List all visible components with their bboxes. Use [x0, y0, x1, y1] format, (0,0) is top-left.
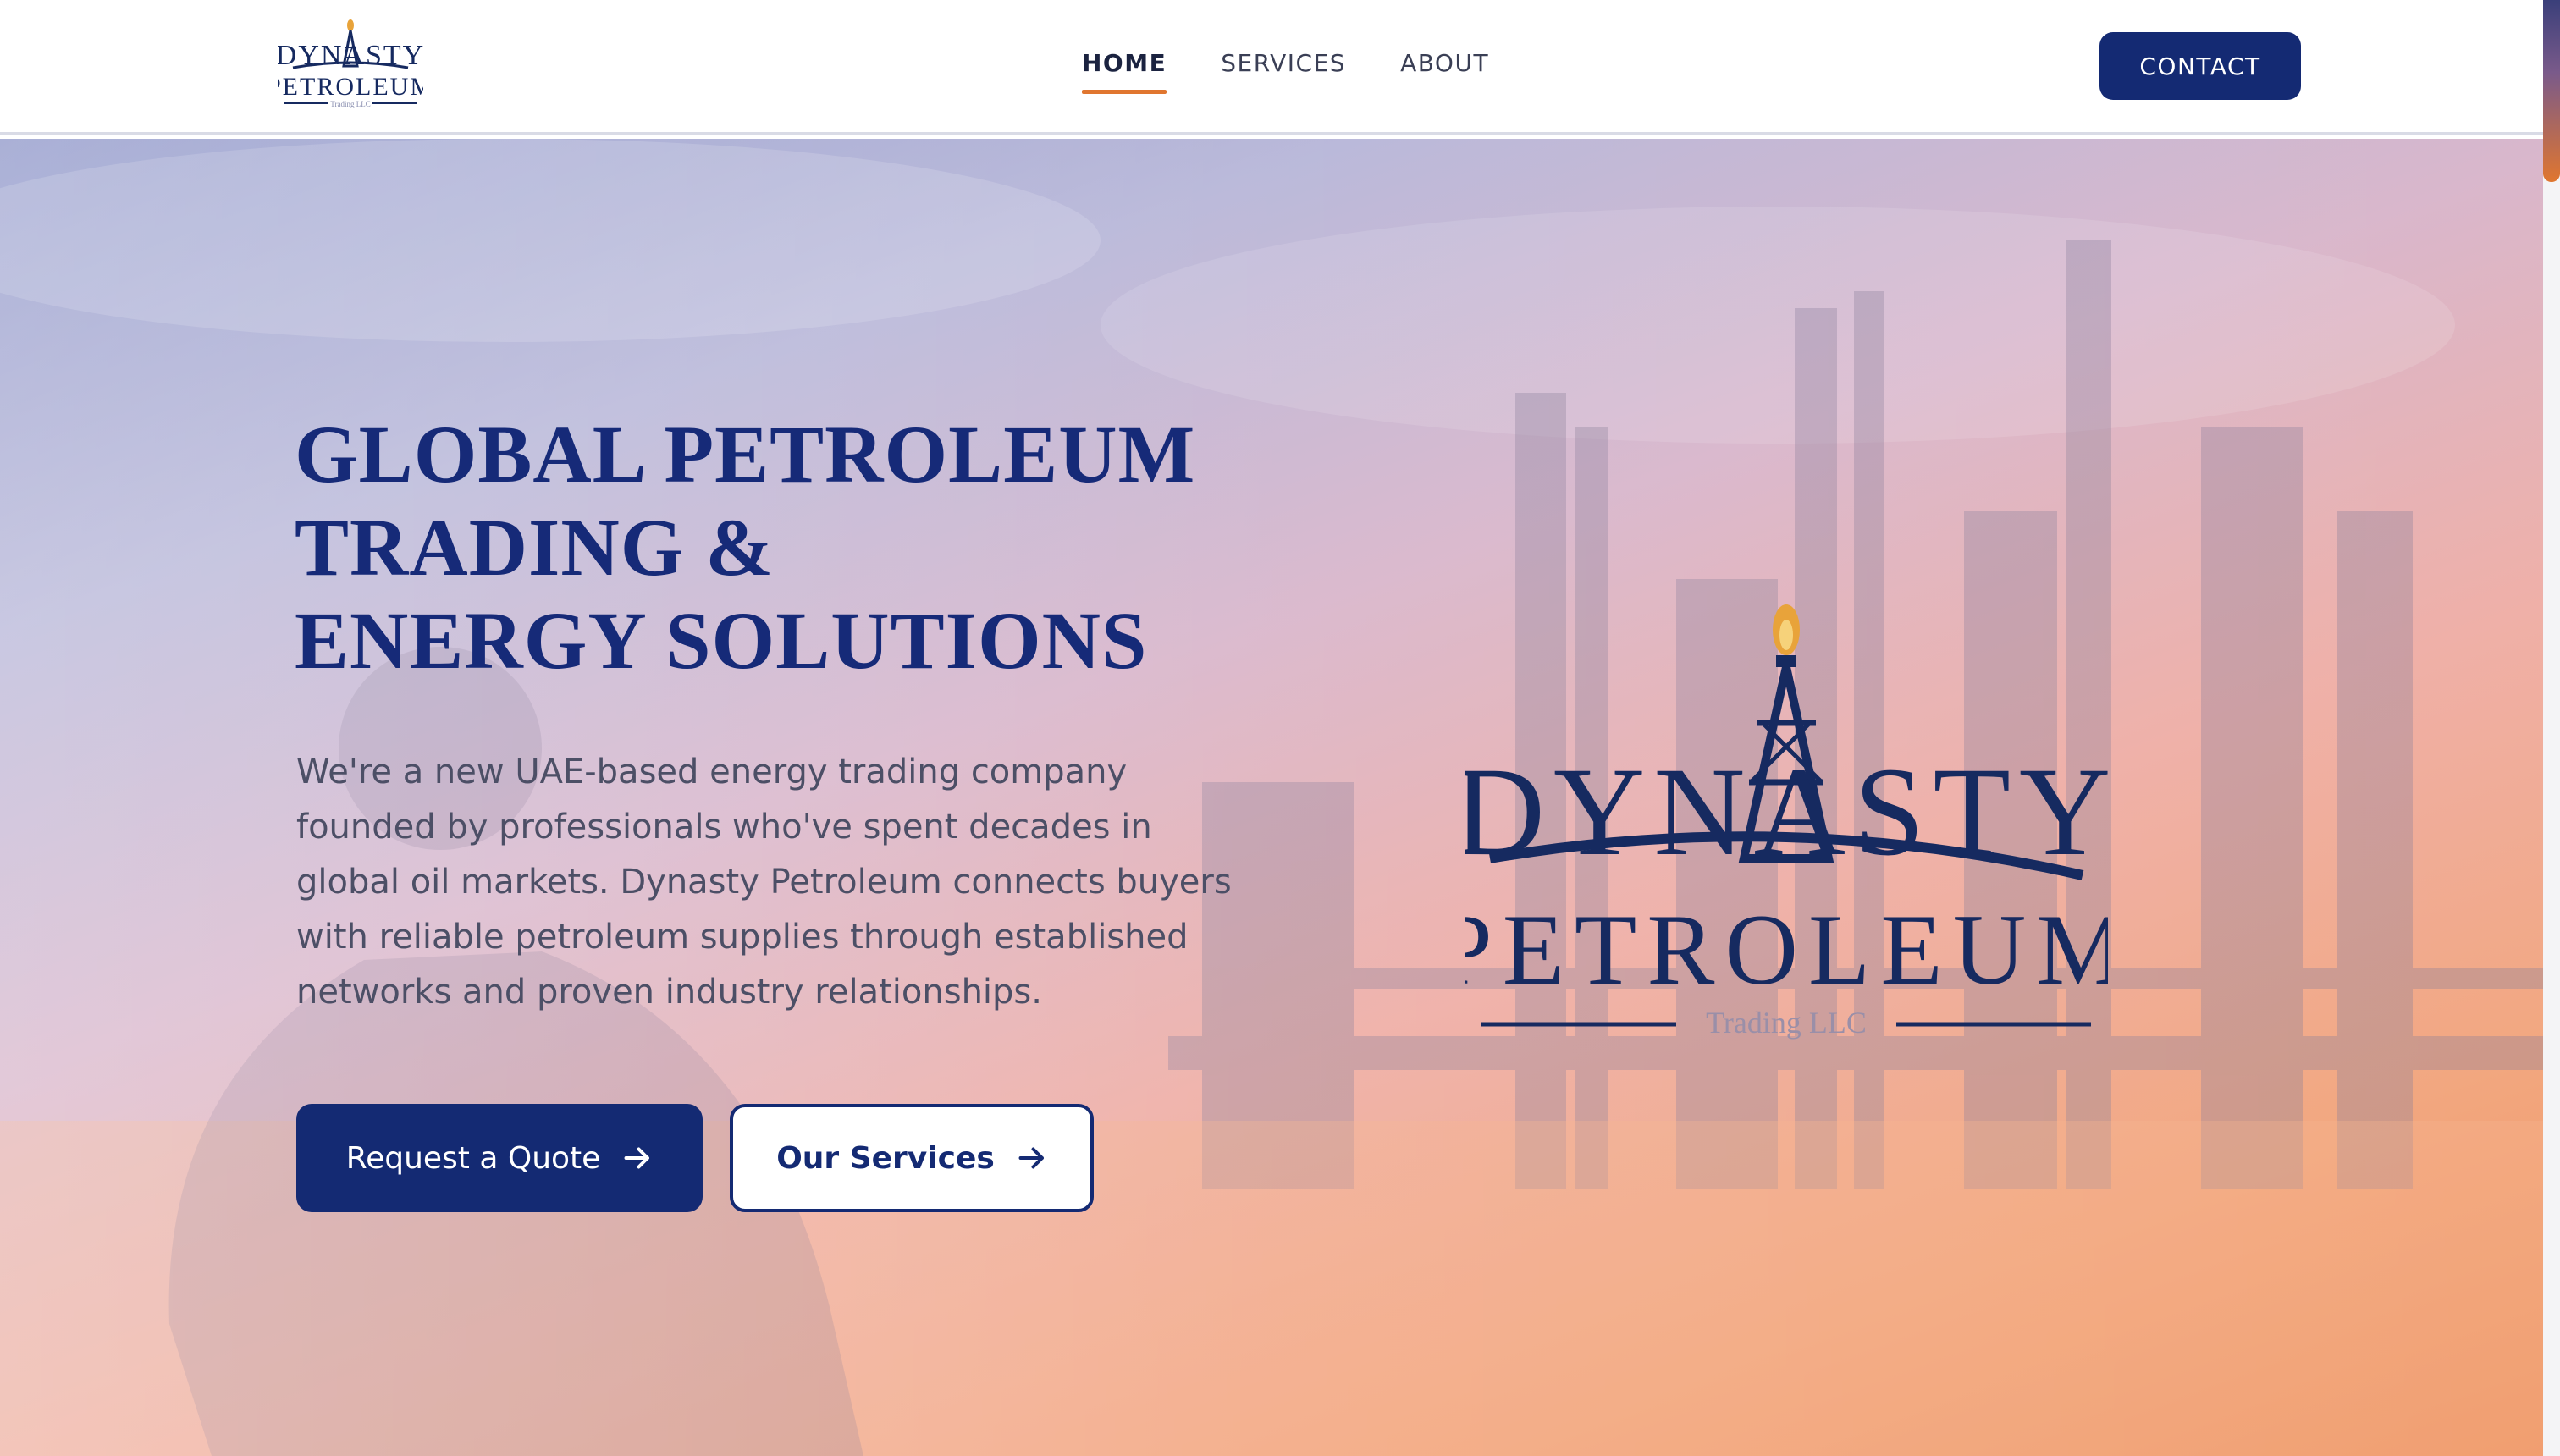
- hero-section: GLOBAL PETROLEUM TRADING & ENERGY SOLUTI…: [0, 139, 2543, 1456]
- svg-text:PETROLEUM: PETROLEUM: [1465, 893, 2108, 1006]
- site-header: DYNASTY PETROLEUM Trading LLC HOME SERVI…: [0, 0, 2543, 135]
- hero-title-line: GLOBAL PETROLEUM: [295, 409, 1196, 499]
- nav-about[interactable]: ABOUT: [1400, 49, 1489, 77]
- our-services-label: Our Services: [776, 1140, 995, 1176]
- hero-title-line: ENERGY SOLUTIONS: [295, 595, 1148, 686]
- contact-button[interactable]: CONTACT: [2099, 32, 2301, 100]
- nav-services[interactable]: SERVICES: [1221, 49, 1346, 77]
- arrow-right-icon: [1018, 1147, 1044, 1169]
- header-logo[interactable]: DYNASTY PETROLEUM Trading LLC: [267, 14, 433, 110]
- hero-title: GLOBAL PETROLEUM TRADING & ENERGY SOLUTI…: [295, 408, 1395, 687]
- svg-text:Trading LLC: Trading LLC: [1706, 1006, 1867, 1040]
- page-scrollbar[interactable]: [2543, 0, 2560, 1456]
- dynasty-petroleum-logo-icon: DYNASTY PETROLEUM Trading LLC: [1436, 604, 2127, 1040]
- request-quote-button[interactable]: Request a Quote: [296, 1104, 703, 1212]
- arrow-right-icon: [624, 1147, 650, 1169]
- hero-logo: DYNASTY PETROLEUM Trading LLC: [1436, 596, 2127, 1155]
- hero-description: We're a new UAE-based energy trading com…: [296, 753, 1232, 1012]
- hero-title-line: TRADING &: [295, 502, 775, 593]
- nav-home[interactable]: HOME: [1082, 49, 1167, 94]
- main-nav: HOME SERVICES ABOUT: [1082, 49, 1489, 94]
- dynasty-petroleum-logo-icon: DYNASTY PETROLEUM Trading LLC: [267, 19, 433, 108]
- our-services-button[interactable]: Our Services: [730, 1104, 1094, 1212]
- scrollbar-thumb[interactable]: [2543, 0, 2560, 182]
- request-quote-label: Request a Quote: [345, 1140, 601, 1176]
- svg-text:PETROLEUM: PETROLEUM: [278, 73, 423, 101]
- svg-text:Trading LLC: Trading LLC: [330, 100, 370, 108]
